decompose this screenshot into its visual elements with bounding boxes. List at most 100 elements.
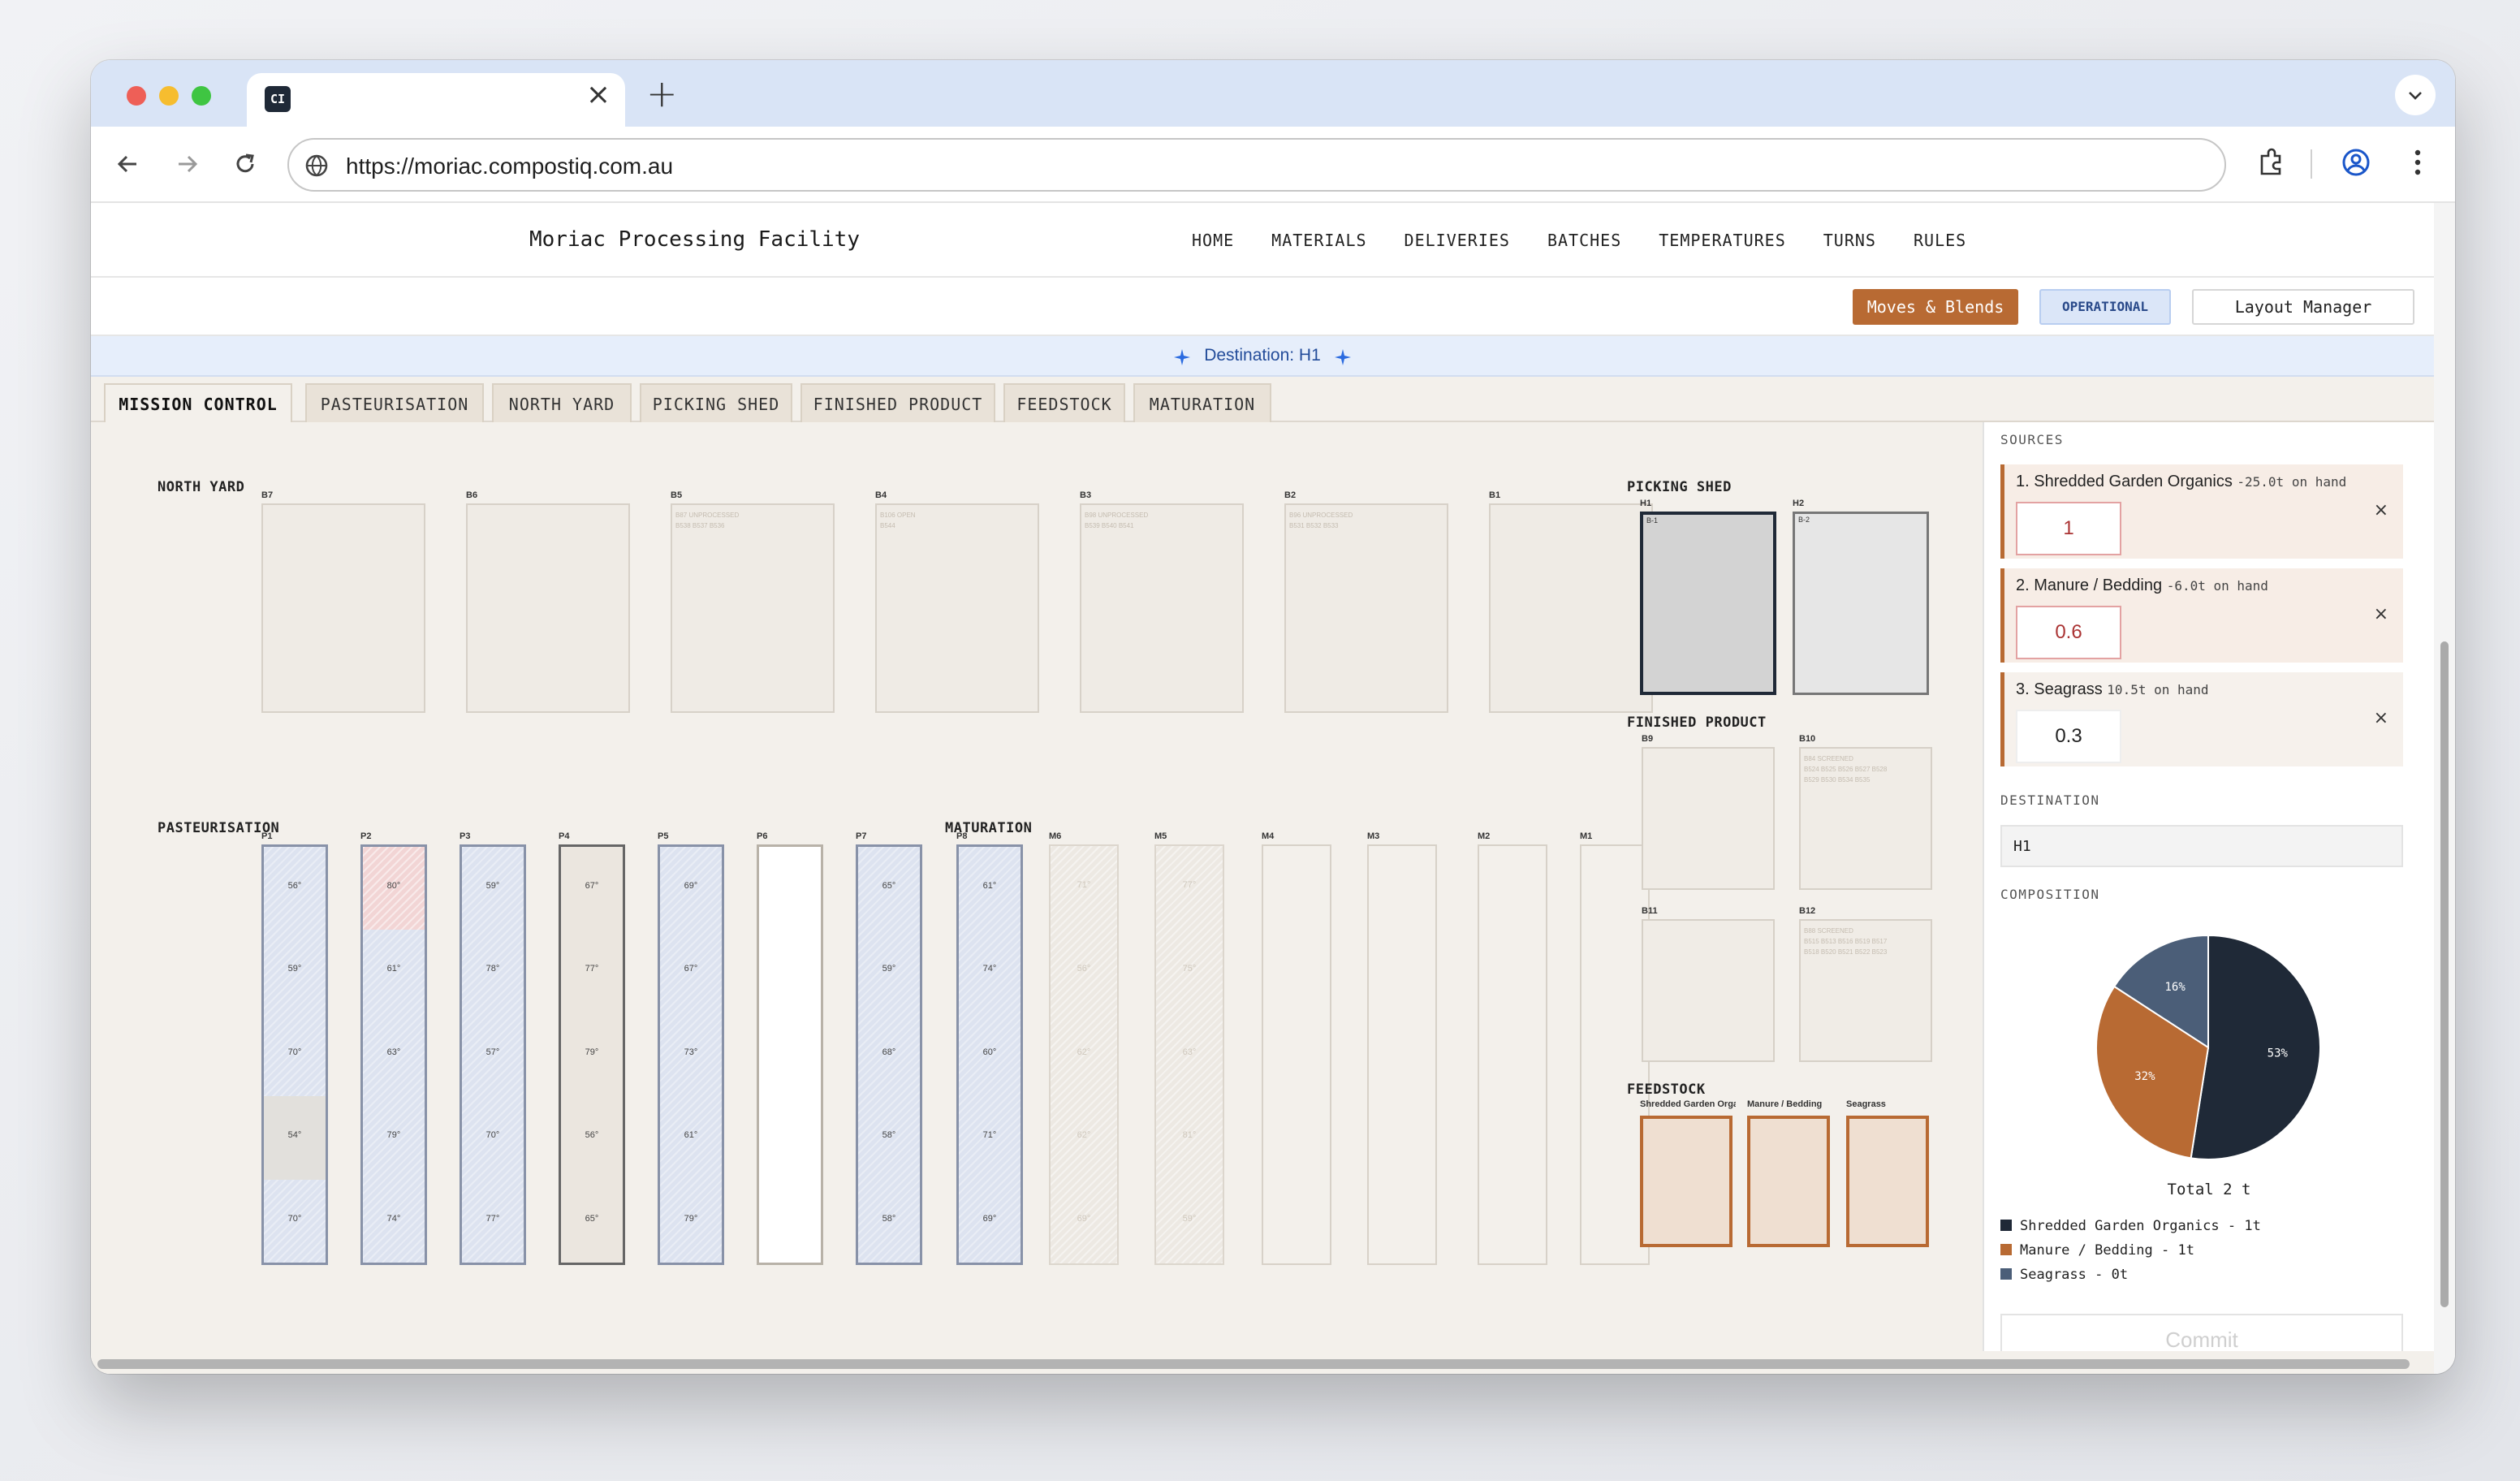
nav-deliveries[interactable]: DELIVERIES [1405,231,1510,250]
windrow-p3[interactable]: 59° 78° 57° 70° 77° [460,844,526,1265]
tab-picking-shed[interactable]: PICKING SHED [640,383,792,424]
layout-manager-button[interactable]: Layout Manager [2192,289,2414,325]
feedstock-bin-garden-organics[interactable] [1640,1116,1732,1247]
finished-bay-b10[interactable]: B84 SCREENED B524 B525 B526 B527 B528 B5… [1799,747,1932,890]
bay-label: B7 [261,490,274,500]
browser-menu-icon[interactable] [2400,145,2436,180]
nav-rules[interactable]: RULES [1914,231,1966,250]
north-yard-bay-b3[interactable]: B98 UNPROCESSED B539 B540 B541 [1080,503,1244,713]
north-yard-bay-b4[interactable]: B106 OPEN B544 [875,503,1039,713]
tab-maturation[interactable]: MATURATION [1133,383,1271,424]
windrow-m4[interactable] [1262,844,1331,1265]
windrow-p8[interactable]: 61° 74° 60° 71° 69° [956,844,1023,1265]
temperature-reading: 77° [485,1213,500,1224]
temperature-reading: 56° [287,881,302,891]
vertical-scrollbar[interactable] [2434,203,2455,1374]
nav-batches[interactable]: BATCHES [1547,231,1621,250]
forward-arrow-icon[interactable] [170,148,203,180]
site-info-icon[interactable] [304,153,330,179]
source-onhand: -6.0t on hand [2166,578,2268,594]
bay-label: B5 [671,490,683,500]
north-yard-bay-b1[interactable] [1489,503,1653,713]
temperature-reading: 70° [485,1130,500,1141]
source-name: 3. Seagrass [2016,680,2103,698]
windrow-p2[interactable]: 80° 61° 63° 79° 74° [360,844,427,1265]
temperature-reading: 59° [882,964,896,974]
destination-field[interactable]: H1 [2000,825,2403,867]
temperature-reading: 54° [264,1096,326,1180]
tab-finished-product[interactable]: FINISHED PRODUCT [800,383,995,424]
north-yard-bay-b6[interactable] [466,503,630,713]
temperature-reading: 62° [1077,1047,1091,1057]
windrow-p6[interactable] [757,844,823,1265]
facility-tabs: MISSION CONTROL PASTEURISATION NORTH YAR… [91,377,2434,425]
windrow-m3[interactable] [1367,844,1437,1265]
windrow-p7[interactable]: 65° 59° 68° 58° 58° [856,844,922,1265]
windrow-p5[interactable]: 69° 67° 73° 61° 79° [658,844,724,1265]
finished-bay-b9[interactable] [1642,747,1775,890]
north-yard-bay-b7[interactable] [261,503,425,713]
tab-feedstock[interactable]: FEEDSTOCK [1003,383,1125,424]
reload-icon[interactable] [229,148,261,180]
facility-title: Moriac Processing Facility [529,227,860,252]
nav-turns[interactable]: TURNS [1823,231,1876,250]
close-tab-icon[interactable]: × [586,78,611,111]
windrow-m2[interactable] [1478,844,1547,1265]
temperature-reading: 78° [485,964,500,974]
finished-product-label: FINISHED PRODUCT [1627,715,1767,731]
picking-bay-h1[interactable]: B-1 [1640,512,1776,695]
remove-source-icon[interactable]: × [2374,500,2388,520]
url-text: https://moriac.compostiq.com.au [346,153,674,179]
destination-label: DESTINATION [2000,792,2100,808]
minimize-window-button[interactable] [159,86,179,106]
address-bar[interactable]: https://moriac.compostiq.com.au [287,138,2226,192]
pile-label: P3 [460,831,471,841]
nav-home[interactable]: HOME [1192,231,1234,250]
feedstock-bin-manure[interactable] [1747,1116,1830,1247]
source-quantity-input[interactable]: 0.6 [2016,606,2121,659]
bay-label: B11 [1642,906,1658,916]
temperature-reading: 67° [684,964,698,974]
bay-label: B6 [466,490,478,500]
source-quantity-input[interactable]: 1 [2016,502,2121,555]
bay-batch-note: B87 UNPROCESSED B538 B537 B536 [675,512,740,529]
legend-item: Manure / Bedding - 1t [2000,1242,2194,1259]
temperature-reading: 74° [982,964,997,974]
tab-north-yard[interactable]: NORTH YARD [492,383,632,424]
bay-batch-note: B98 UNPROCESSED B539 B540 B541 [1085,512,1149,529]
profile-icon[interactable] [2338,145,2374,180]
remove-source-icon[interactable]: × [2374,708,2388,728]
horizontal-scrollbar[interactable] [91,1351,2434,1374]
feedstock-bin-label: Seagrass [1846,1099,1886,1109]
nav-materials[interactable]: MATERIALS [1271,231,1366,250]
north-yard-bay-b2[interactable]: B96 UNPROCESSED B531 B532 B533 [1284,503,1448,713]
new-tab-icon[interactable]: + [646,71,678,115]
windrow-m5[interactable]: 77° 75° 63° 81° 59° [1154,844,1224,1265]
tab-pasteurisation[interactable]: PASTEURISATION [305,383,484,424]
browser-tab[interactable]: CI × [247,73,625,127]
windrow-m6[interactable]: 71° 56° 62° 62° 69° [1049,844,1119,1265]
pie-slice-label: 32% [2134,1070,2155,1083]
composition-pie-chart: 53% 32% 16% [2095,934,2321,1160]
nav-temperatures[interactable]: TEMPERATURES [1659,231,1786,250]
remove-source-icon[interactable]: × [2374,604,2388,624]
close-window-button[interactable] [127,86,146,106]
back-arrow-icon[interactable] [112,148,145,180]
finished-bay-b11[interactable] [1642,919,1775,1062]
tab-search-button[interactable] [2395,75,2436,115]
temperature-reading: 79° [684,1213,698,1224]
moves-blends-button[interactable]: Moves & Blends [1853,289,2018,325]
windrow-p4[interactable]: 67° 77° 79° 56° 65° [559,844,625,1265]
tab-mission-control[interactable]: MISSION CONTROL [104,383,292,425]
feedstock-bin-seagrass[interactable] [1846,1116,1929,1247]
windrow-p1[interactable]: 56° 59° 70° 54° 70° [261,844,328,1265]
temperature-reading: 63° [1182,1047,1197,1057]
extensions-puzzle-icon[interactable] [2254,145,2289,180]
picking-bay-h2[interactable]: B-2 [1793,512,1929,695]
north-yard-bay-b5[interactable]: B87 UNPROCESSED B538 B537 B536 [671,503,835,713]
zoom-window-button[interactable] [192,86,211,106]
temperature-reading: 65° [882,881,896,891]
finished-bay-b12[interactable]: B88 SCREENED B515 B513 B516 B519 B517 B5… [1799,919,1932,1062]
source-quantity-input[interactable]: 0.3 [2016,710,2121,763]
bay-batch-note: B106 OPEN B544 [880,512,916,529]
